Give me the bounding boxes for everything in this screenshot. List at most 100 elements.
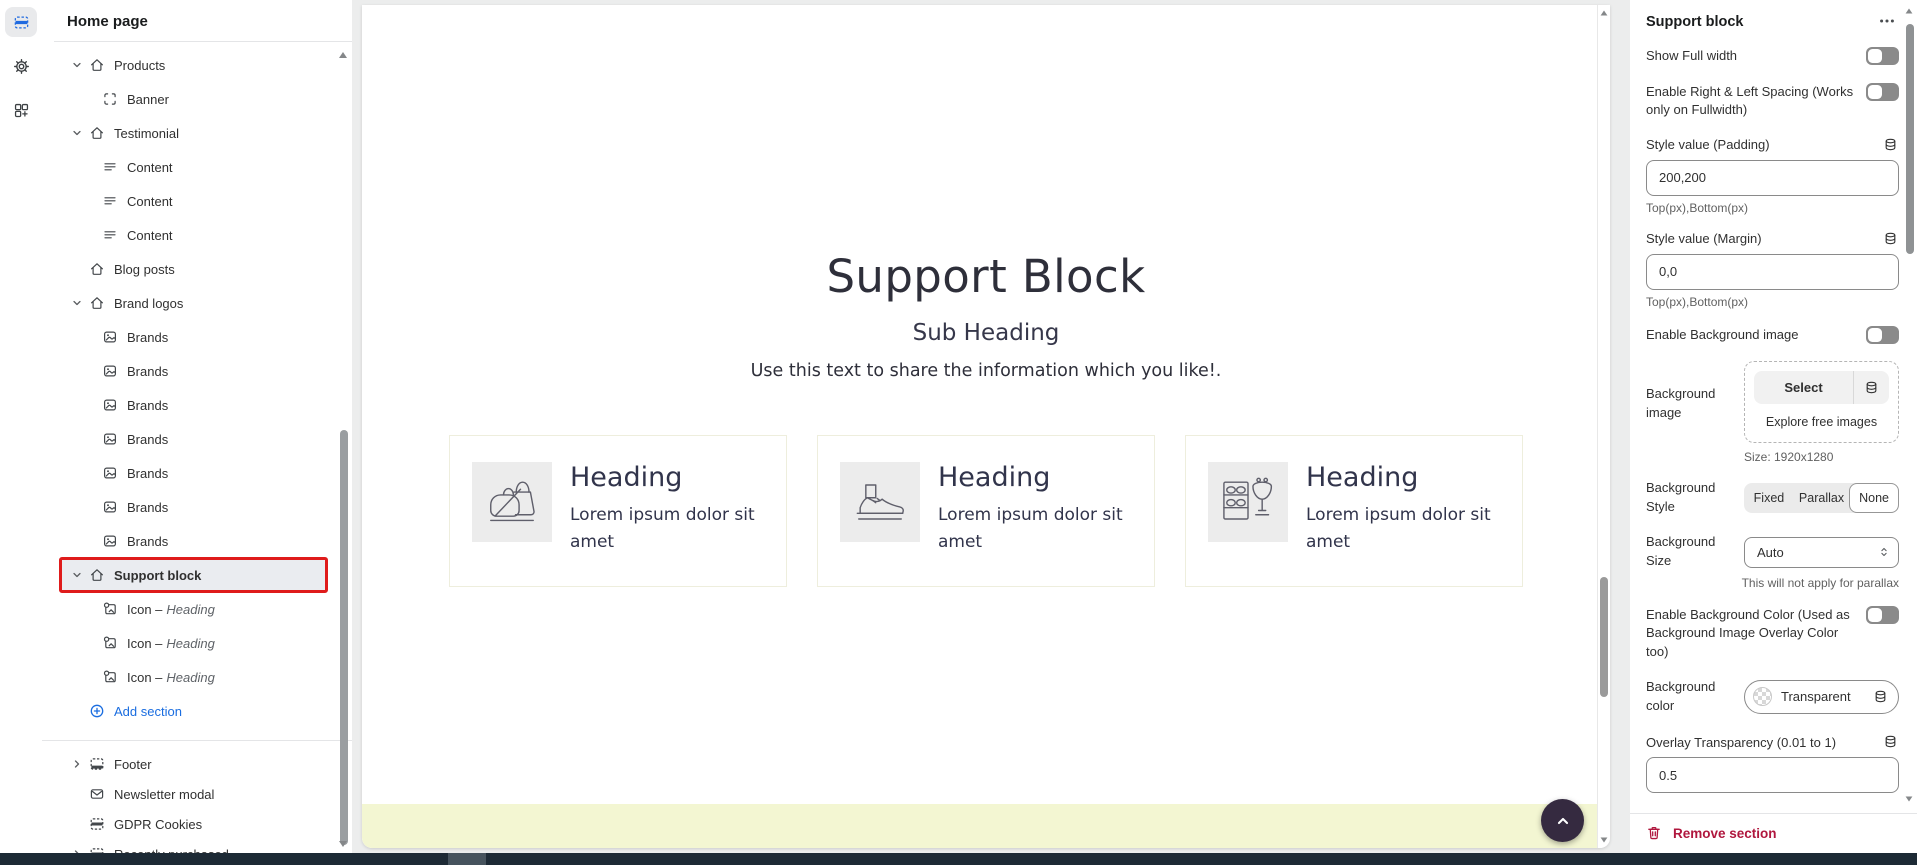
tree-item-content[interactable]: Content (42, 184, 352, 218)
explore-free-images-link[interactable]: Explore free images (1766, 415, 1877, 429)
chevron-down-icon[interactable] (70, 58, 84, 72)
shoes-illustration-icon (840, 462, 920, 542)
scroll-top-button[interactable] (1541, 799, 1584, 842)
chevron-down-icon[interactable] (70, 568, 84, 582)
tree-item-brands[interactable]: Brands (42, 524, 352, 558)
preview-scrollbar[interactable] (1597, 5, 1610, 848)
padding-helper: Top(px),Bottom(px) (1646, 201, 1899, 215)
card-body: Lorem ipsum dolor sit amet (570, 502, 764, 556)
icon-rail (0, 0, 42, 853)
gear-icon (13, 58, 30, 75)
chevron-up-icon (1554, 812, 1572, 830)
tree-item-footer[interactable]: Footer (42, 749, 352, 779)
add-section-button[interactable]: Add section (42, 694, 352, 728)
card-body: Lorem ipsum dolor sit amet (938, 502, 1132, 556)
bg-color-picker[interactable]: Transparent (1744, 680, 1899, 714)
scroll-up-arrow-icon[interactable] (1601, 10, 1608, 15)
settings-scroll-area: Support block Show Full width Enable Rig… (1630, 0, 1917, 813)
plus-circle-icon (89, 703, 105, 719)
tree-item-icon-heading[interactable]: Icon –Heading (42, 626, 352, 660)
tree-item-content[interactable]: Content (42, 218, 352, 252)
tree-item-label: Icon – (127, 602, 162, 617)
bg-style-option-none[interactable]: None (1849, 483, 1899, 513)
chevron-down-icon[interactable] (70, 126, 84, 140)
select-image-button[interactable]: Select (1754, 371, 1889, 404)
toggle-enable-spacing[interactable] (1866, 83, 1899, 101)
scroll-down-arrow-icon[interactable] (339, 841, 347, 847)
updown-arrows-icon (1877, 545, 1891, 559)
scroll-up-arrow-icon[interactable] (1906, 8, 1913, 13)
scroll-down-arrow-icon[interactable] (1906, 796, 1913, 801)
tree-item-brands[interactable]: Brands (42, 354, 352, 388)
scrollbar-thumb[interactable] (1906, 24, 1914, 254)
rail-theme-settings-button[interactable] (5, 51, 37, 81)
section-menu-button[interactable] (1875, 12, 1899, 32)
scroll-up-arrow-icon[interactable] (339, 52, 347, 58)
toggle-enable-bg-image[interactable] (1866, 326, 1899, 344)
tree-item-banner[interactable]: Banner (42, 82, 352, 116)
tree-item-support-block[interactable]: Support block (42, 558, 352, 592)
overlay-input[interactable] (1646, 757, 1899, 793)
chevron-right-icon[interactable] (70, 757, 84, 771)
tree-item-gdpr-cookies[interactable]: GDPR Cookies (42, 809, 352, 839)
padding-input[interactable] (1646, 160, 1899, 196)
dynamic-source-icon[interactable] (1881, 137, 1899, 153)
preview-canvas: Support Block Sub Heading Use this text … (362, 5, 1610, 848)
toggle-knob (1868, 85, 1882, 99)
tree-item-brands[interactable]: Brands (42, 422, 352, 456)
tree-item-label: Testimonial (114, 126, 179, 141)
dynamic-source-icon[interactable] (1881, 231, 1899, 247)
section-icon (89, 816, 105, 832)
scroll-down-arrow-icon[interactable] (1601, 837, 1608, 842)
tree-item-label: Brands (127, 330, 168, 345)
icon-image-icon (102, 669, 118, 685)
setting-label: Show Full width (1646, 46, 1854, 65)
tree-item-brands[interactable]: Brands (42, 388, 352, 422)
tree-item-newsletter-modal[interactable]: Newsletter modal (42, 779, 352, 809)
panel-scrollbar[interactable] (1904, 0, 1916, 806)
support-card: HeadingLorem ipsum dolor sit amet (449, 435, 787, 587)
tree-item-products[interactable]: Products (42, 48, 352, 82)
tree-item-label-em: Heading (166, 636, 214, 651)
tree-item-icon-heading[interactable]: Icon –Heading (42, 660, 352, 694)
dynamic-source-icon[interactable] (1881, 734, 1899, 750)
tree-item-brands[interactable]: Brands (42, 320, 352, 354)
remove-section-button[interactable]: Remove section (1646, 825, 1777, 841)
sidebar-scrollbar[interactable] (338, 0, 350, 853)
tree-item-label: Support block (114, 568, 201, 583)
tree-item-brands[interactable]: Brands (42, 456, 352, 490)
tree-item-testimonial[interactable]: Testimonial (42, 116, 352, 150)
preview-area: Support Block Sub Heading Use this text … (352, 0, 1630, 853)
bg-style-option-fixed[interactable]: Fixed (1744, 483, 1794, 513)
support-cards: HeadingLorem ipsum dolor sit ametHeading… (362, 435, 1610, 587)
bg-image-picker: Select Explore free images (1744, 361, 1899, 443)
toggle-enable-bg-color[interactable] (1866, 606, 1899, 624)
tree-item-brand-logos[interactable]: Brand logos (42, 286, 352, 320)
preview-description: Use this text to share the information w… (362, 361, 1610, 381)
chevron-down-icon[interactable] (70, 296, 84, 310)
card-body: Lorem ipsum dolor sit amet (1306, 502, 1500, 556)
margin-input[interactable] (1646, 254, 1899, 290)
footer-icon (89, 756, 105, 772)
image-icon (102, 329, 118, 345)
dynamic-source-icon[interactable] (1853, 371, 1889, 404)
setting-label: Enable Right & Left Spacing (Works only … (1646, 82, 1854, 119)
page-title: Home page (54, 0, 352, 42)
bags-illustration-icon (472, 462, 552, 542)
scrollbar-thumb[interactable] (1600, 577, 1608, 697)
toggle-show-full-width[interactable] (1866, 47, 1899, 65)
tree-item-label: Content (127, 228, 173, 243)
rail-sections-button[interactable] (5, 7, 37, 37)
scrollbar-thumb[interactable] (340, 430, 348, 845)
image-icon (102, 465, 118, 481)
tree-item-brands[interactable]: Brands (42, 490, 352, 524)
dynamic-source-icon[interactable] (1873, 689, 1888, 704)
bg-style-option-parallax[interactable]: Parallax (1794, 483, 1849, 513)
setting-enable-spacing: Enable Right & Left Spacing (Works only … (1646, 82, 1899, 119)
tree-item-icon-heading[interactable]: Icon –Heading (42, 592, 352, 626)
tree-item-blog-posts[interactable]: Blog posts (42, 252, 352, 286)
tree-item-content[interactable]: Content (42, 150, 352, 184)
rail-apps-button[interactable] (5, 95, 37, 125)
content-icon (102, 193, 118, 209)
bg-size-select[interactable]: Auto (1744, 537, 1899, 568)
